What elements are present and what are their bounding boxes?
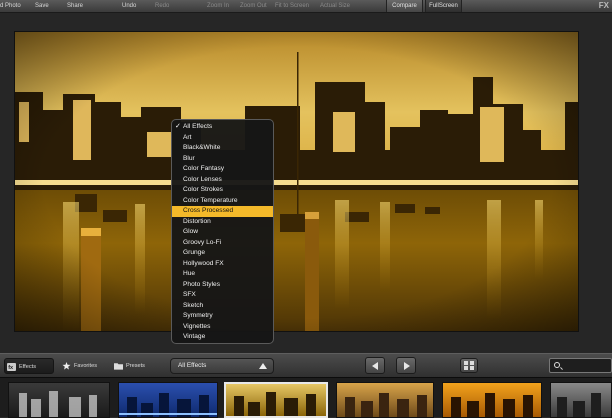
arrow-left-icon	[372, 362, 378, 370]
tab-favorites[interactable]: Favorites	[60, 358, 108, 374]
effect-thumbnail[interactable]	[8, 382, 110, 418]
zoom-in-button[interactable]: Zoom In	[207, 1, 229, 11]
effect-thumbnail[interactable]	[442, 382, 542, 418]
thumbnail-image	[557, 393, 601, 417]
triangle-up-icon	[259, 363, 267, 369]
share-button[interactable]: Share	[67, 1, 83, 11]
menu-item-color-lenses[interactable]: Color Lenses	[172, 175, 273, 186]
add-photo-button[interactable]: d Photo	[0, 1, 21, 11]
menu-item-hollywood-fx[interactable]: Hollywood FX	[172, 259, 273, 270]
menu-item-photo-styles[interactable]: Photo Styles	[172, 280, 273, 291]
menu-item-color-strokes[interactable]: Color Strokes	[172, 185, 273, 196]
grid-icon	[464, 361, 474, 370]
thumbnail-image	[234, 392, 316, 416]
search-input[interactable]	[549, 358, 612, 373]
menu-item-art[interactable]: Art	[172, 133, 273, 144]
effect-thumbnail[interactable]	[550, 382, 612, 418]
redo-button[interactable]: Redo	[155, 1, 169, 11]
search-icon	[554, 362, 560, 368]
thumbnail-image	[119, 393, 217, 417]
effect-thumbnail[interactable]	[118, 382, 218, 418]
next-button[interactable]	[396, 357, 416, 374]
menu-item-color-temperature[interactable]: Color Temperature	[172, 196, 273, 207]
menu-item-sfx[interactable]: SFX	[172, 290, 273, 301]
save-button[interactable]: Save	[35, 1, 49, 11]
checkmark-icon: ✓	[175, 123, 181, 130]
arrow-right-icon	[404, 362, 410, 370]
zoom-out-button[interactable]: Zoom Out	[240, 1, 267, 11]
effect-thumbnail-selected[interactable]	[224, 382, 328, 418]
actual-size-button[interactable]: Actual Size	[320, 1, 350, 11]
menu-item-grunge[interactable]: Grunge	[172, 248, 273, 259]
undo-button[interactable]: Undo	[122, 1, 136, 11]
menu-item-symmetry[interactable]: Symmetry	[172, 311, 273, 322]
menu-item-cross-processed[interactable]: Cross Processed	[172, 206, 273, 217]
menu-item-groovy-lo-fi[interactable]: Groovy Lo-Fi	[172, 238, 273, 249]
city-night-photo	[15, 32, 578, 331]
thumbnail-image	[345, 393, 427, 417]
menu-item-hue[interactable]: Hue	[172, 269, 273, 280]
thumbnail-image	[451, 393, 533, 417]
menu-item-blur[interactable]: Blur	[172, 154, 273, 165]
fit-to-screen-button[interactable]: Fit to Screen	[275, 1, 309, 11]
main-toolbar: d Photo Save Share Undo Redo Zoom In Zoo…	[0, 0, 612, 13]
thumbnail-image	[19, 391, 97, 417]
compare-button[interactable]: Compare	[386, 0, 423, 12]
star-icon	[62, 362, 71, 370]
effects-dropdown-menu: ✓ All Effects Art Black&White Blur Color …	[171, 119, 274, 344]
grid-view-button[interactable]	[460, 358, 478, 373]
presets-icon	[114, 363, 123, 370]
effects-control-bar: fx Effects Favorites Presets All Effects	[0, 353, 612, 377]
photo-preview	[14, 31, 579, 332]
tab-presets[interactable]: Presets	[112, 358, 158, 374]
previous-button[interactable]	[365, 357, 385, 374]
menu-item-sketch[interactable]: Sketch	[172, 301, 273, 312]
app-logo: FX	[598, 1, 609, 10]
effects-category-select[interactable]: All Effects	[170, 358, 274, 374]
menu-item-distortion[interactable]: Distortion	[172, 217, 273, 228]
effects-filmstrip	[0, 377, 612, 418]
menu-item-vignettes[interactable]: Vignettes	[172, 322, 273, 333]
menu-item-color-fantasy[interactable]: Color Fantasy	[172, 164, 273, 175]
tab-effects[interactable]: fx Effects	[4, 358, 54, 374]
fx-icon: fx	[7, 363, 16, 371]
menu-item-black-white[interactable]: Black&White	[172, 143, 273, 154]
fullscreen-button[interactable]: FullScreen	[425, 0, 462, 12]
effect-thumbnail[interactable]	[336, 382, 434, 418]
menu-item-vintage[interactable]: Vintage	[172, 332, 273, 343]
menu-item-all-effects[interactable]: ✓ All Effects	[172, 122, 273, 133]
menu-item-glow[interactable]: Glow	[172, 227, 273, 238]
